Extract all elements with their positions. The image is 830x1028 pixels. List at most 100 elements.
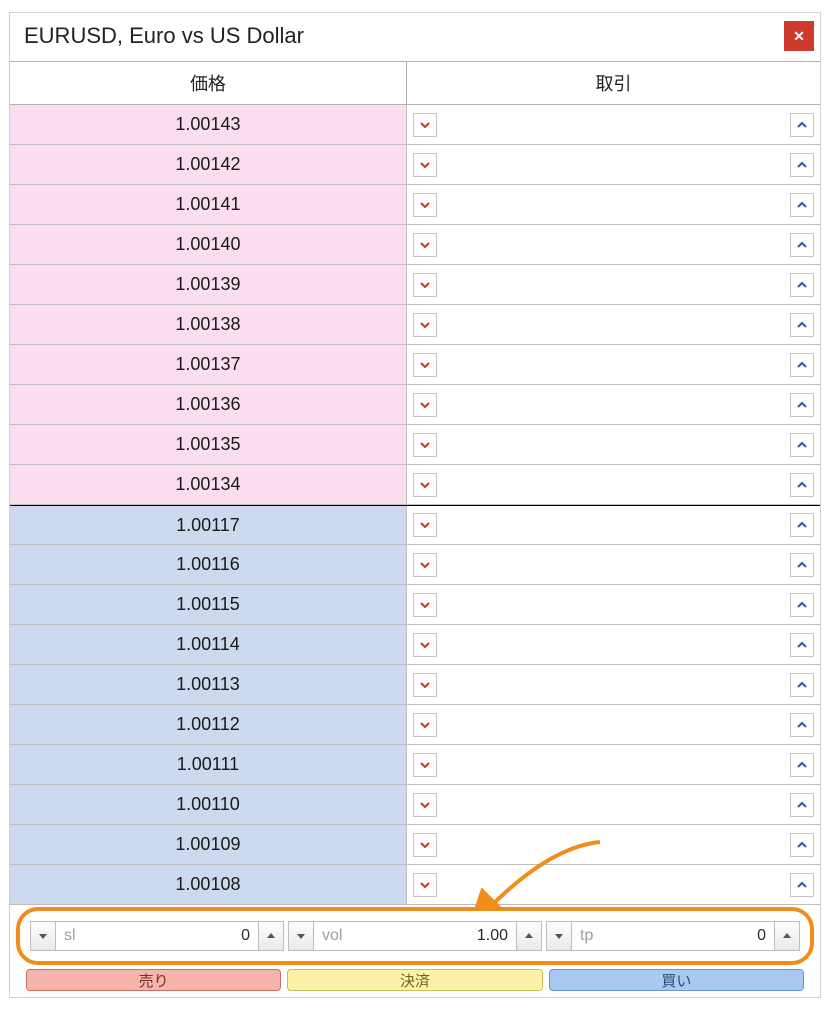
close-position-button[interactable]: 決済 — [287, 969, 542, 991]
sell-at-price-button[interactable] — [413, 433, 437, 457]
sl-value: 0 — [241, 927, 250, 945]
sell-button[interactable]: 売り — [26, 969, 281, 991]
price-cell[interactable]: 1.00138 — [10, 305, 407, 344]
price-cell[interactable]: 1.00109 — [10, 825, 407, 864]
price-cell[interactable]: 1.00108 — [10, 865, 407, 904]
ladder-row: 1.00114 — [10, 625, 820, 665]
sell-at-price-button[interactable] — [413, 113, 437, 137]
buy-at-price-button[interactable] — [790, 793, 814, 817]
price-cell[interactable]: 1.00112 — [10, 705, 407, 744]
sell-at-price-button[interactable] — [413, 753, 437, 777]
price-cell[interactable]: 1.00116 — [10, 545, 407, 584]
price-cell[interactable]: 1.00117 — [10, 506, 407, 544]
price-cell[interactable]: 1.00143 — [10, 105, 407, 144]
sell-at-price-button[interactable] — [413, 593, 437, 617]
price-cell[interactable]: 1.00137 — [10, 345, 407, 384]
sell-at-price-button[interactable] — [413, 353, 437, 377]
buy-at-price-button[interactable] — [790, 353, 814, 377]
ladder-row: 1.00138 — [10, 305, 820, 345]
buy-at-price-button[interactable] — [790, 113, 814, 137]
buy-at-price-button[interactable] — [790, 393, 814, 417]
trade-cell — [407, 145, 820, 184]
buy-at-price-button[interactable] — [790, 273, 814, 297]
price-cell[interactable]: 1.00135 — [10, 425, 407, 464]
trade-cell — [407, 185, 820, 224]
sl-decrement-button[interactable] — [30, 921, 56, 951]
trade-cell — [407, 545, 820, 584]
trade-cell — [407, 465, 820, 504]
buy-at-price-button[interactable] — [790, 313, 814, 337]
vol-decrement-button[interactable] — [288, 921, 314, 951]
buy-at-price-button[interactable] — [790, 673, 814, 697]
price-cell[interactable]: 1.00113 — [10, 665, 407, 704]
trade-cell — [407, 785, 820, 824]
buy-at-price-button[interactable] — [790, 833, 814, 857]
tp-decrement-button[interactable] — [546, 921, 572, 951]
sell-at-price-button[interactable] — [413, 313, 437, 337]
sell-at-price-button[interactable] — [413, 553, 437, 577]
buy-at-price-button[interactable] — [790, 153, 814, 177]
ladder-row: 1.00137 — [10, 345, 820, 385]
tp-input[interactable]: tp 0 — [572, 921, 774, 951]
trade-cell — [407, 265, 820, 304]
ladder-row: 1.00111 — [10, 745, 820, 785]
buy-at-price-button[interactable] — [790, 473, 814, 497]
sell-at-price-button[interactable] — [413, 233, 437, 257]
sell-at-price-button[interactable] — [413, 473, 437, 497]
buy-at-price-button[interactable] — [790, 593, 814, 617]
buy-at-price-button[interactable] — [790, 433, 814, 457]
sell-at-price-button[interactable] — [413, 633, 437, 657]
price-cell[interactable]: 1.00136 — [10, 385, 407, 424]
ladder-row: 1.00142 — [10, 145, 820, 185]
sl-input[interactable]: sl 0 — [56, 921, 258, 951]
buy-at-price-button[interactable] — [790, 193, 814, 217]
ladder-row: 1.00115 — [10, 585, 820, 625]
price-cell[interactable]: 1.00140 — [10, 225, 407, 264]
sell-at-price-button[interactable] — [413, 713, 437, 737]
price-cell[interactable]: 1.00110 — [10, 785, 407, 824]
ladder-row: 1.00140 — [10, 225, 820, 265]
price-cell[interactable]: 1.00111 — [10, 745, 407, 784]
vol-value: 1.00 — [477, 927, 508, 945]
sell-at-price-button[interactable] — [413, 393, 437, 417]
buy-at-price-button[interactable] — [790, 753, 814, 777]
sell-at-price-button[interactable] — [413, 833, 437, 857]
sell-at-price-button[interactable] — [413, 873, 437, 897]
sl-increment-button[interactable] — [258, 921, 284, 951]
close-icon: ✕ — [793, 28, 805, 45]
buy-at-price-button[interactable] — [790, 233, 814, 257]
vol-increment-button[interactable] — [516, 921, 542, 951]
buy-at-price-button[interactable] — [790, 633, 814, 657]
tp-increment-button[interactable] — [774, 921, 800, 951]
vol-input[interactable]: vol 1.00 — [314, 921, 516, 951]
price-cell[interactable]: 1.00134 — [10, 465, 407, 504]
grid-header: 価格 取引 — [10, 61, 820, 105]
sl-placeholder: sl — [64, 927, 76, 945]
price-cell[interactable]: 1.00139 — [10, 265, 407, 304]
close-label: 決済 — [400, 970, 430, 991]
price-cell[interactable]: 1.00142 — [10, 145, 407, 184]
price-ladder: 1.001431.001421.001411.001401.001391.001… — [10, 105, 820, 905]
ladder-row: 1.00135 — [10, 425, 820, 465]
action-buttons: 売り 決済 買い — [10, 965, 820, 997]
ladder-row: 1.00136 — [10, 385, 820, 425]
trade-cell — [407, 865, 820, 904]
price-cell[interactable]: 1.00141 — [10, 185, 407, 224]
order-input-bar: sl 0 vol 1.00 tp 0 — [16, 907, 814, 965]
sell-at-price-button[interactable] — [413, 513, 437, 537]
close-button[interactable]: ✕ — [784, 21, 814, 51]
sell-at-price-button[interactable] — [413, 673, 437, 697]
buy-at-price-button[interactable] — [790, 873, 814, 897]
price-cell[interactable]: 1.00115 — [10, 585, 407, 624]
buy-at-price-button[interactable] — [790, 513, 814, 537]
price-cell[interactable]: 1.00114 — [10, 625, 407, 664]
sell-at-price-button[interactable] — [413, 193, 437, 217]
buy-at-price-button[interactable] — [790, 553, 814, 577]
buy-label: 買い — [661, 970, 691, 991]
buy-at-price-button[interactable] — [790, 713, 814, 737]
sell-at-price-button[interactable] — [413, 153, 437, 177]
window-title: EURUSD, Euro vs US Dollar — [24, 23, 304, 49]
sell-at-price-button[interactable] — [413, 273, 437, 297]
sell-at-price-button[interactable] — [413, 793, 437, 817]
buy-button[interactable]: 買い — [549, 969, 804, 991]
